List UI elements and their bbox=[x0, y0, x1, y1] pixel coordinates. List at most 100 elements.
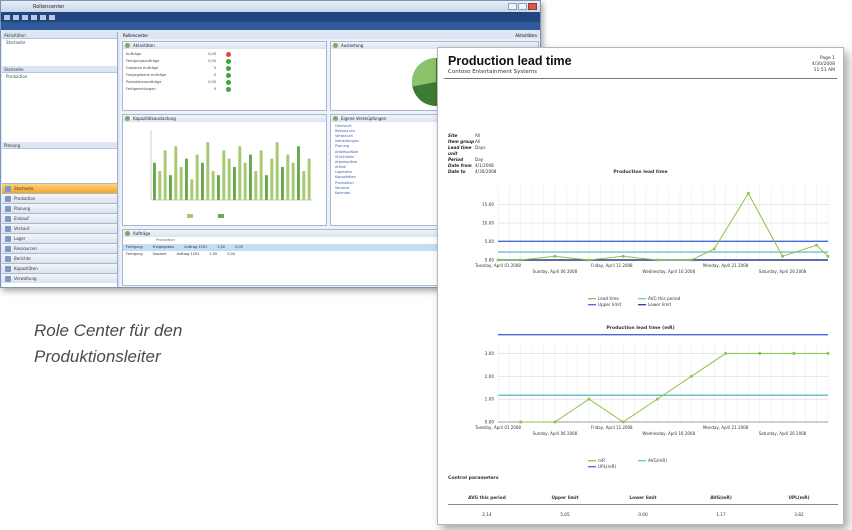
role-center-heading: Rollencenter bbox=[123, 33, 149, 38]
help-icon[interactable] bbox=[49, 14, 55, 20]
pie-slice-secondary bbox=[412, 58, 436, 87]
capacity-bar bbox=[153, 162, 156, 200]
stats-table: AVG this period Upper limit Lower limit AVG… bbox=[448, 496, 838, 518]
activity-row[interactable]: Fertigungsaufträge 0,00 bbox=[123, 58, 326, 65]
capacity-bar bbox=[254, 171, 258, 200]
capacity-bar bbox=[249, 154, 252, 200]
capacity-bar bbox=[238, 146, 242, 200]
report-page-info: Page 1 4/30/2008 11:51 AM bbox=[812, 56, 835, 74]
x-tick-label: Wednesday, April 16 2008 bbox=[642, 269, 695, 274]
nav-pane-item[interactable]: Produktion bbox=[2, 73, 117, 80]
nav-top-item[interactable]: Startseite bbox=[2, 39, 117, 46]
data-point bbox=[519, 258, 523, 262]
data-point bbox=[792, 352, 796, 355]
nav-button-1[interactable]: Produktion bbox=[2, 193, 117, 203]
status-green-icon bbox=[226, 66, 231, 71]
data-point bbox=[690, 258, 693, 262]
refresh-icon[interactable] bbox=[31, 14, 37, 20]
table-cell: Fertigung bbox=[126, 251, 143, 256]
status-green-icon bbox=[226, 80, 231, 85]
forward-icon[interactable] bbox=[13, 14, 19, 20]
status-red-icon bbox=[226, 52, 231, 57]
nav-button-2[interactable]: Planung bbox=[2, 203, 117, 213]
activity-row[interactable]: Freigegebene Aufträge 0 bbox=[123, 72, 326, 79]
nav-item-icon bbox=[5, 185, 11, 192]
activity-row[interactable]: Aufträge 0,00 bbox=[123, 51, 326, 58]
activity-row[interactable]: Produktionsaufträge 0,00 bbox=[123, 79, 326, 86]
nav-button-5[interactable]: Lager bbox=[2, 233, 117, 243]
nav-button-8[interactable]: Kapazitäten bbox=[2, 263, 117, 273]
table-cell: Auftrag 1002 bbox=[176, 251, 200, 256]
data-point bbox=[826, 352, 830, 355]
x-tick-label: Sunday, April 06 2008 bbox=[533, 269, 578, 274]
filter-value: Days bbox=[475, 145, 486, 150]
back-icon[interactable] bbox=[4, 14, 10, 20]
nav-button-7[interactable]: Berichte bbox=[2, 253, 117, 263]
chart2-title: Production lead time (mR) bbox=[606, 326, 675, 331]
capacity-bar bbox=[195, 154, 199, 200]
nav-button-label: Planung bbox=[14, 206, 31, 211]
navigation-pane: Aktivitäten Startseite Startseite Produk… bbox=[2, 32, 118, 287]
capacity-bar bbox=[163, 150, 167, 200]
capacity-bar bbox=[158, 171, 162, 200]
stats-value: 3.82 bbox=[794, 513, 804, 518]
nav-button-label: Kapazitäten bbox=[14, 266, 38, 271]
table-cell: Fertigung bbox=[126, 245, 143, 250]
mr-chart: 0.00 1.00 2.00 3.00 Tuesday, April 01 2008 Su… bbox=[474, 334, 830, 469]
x-tick-label: Saturday, April 26 2008 bbox=[759, 269, 807, 274]
close-button[interactable] bbox=[528, 3, 537, 10]
activity-label: Freigegebene Aufträge bbox=[126, 73, 166, 77]
data-point bbox=[815, 243, 818, 247]
capacity-bar bbox=[275, 142, 279, 200]
nav-button-6[interactable]: Ressourcen bbox=[2, 243, 117, 253]
report-time: 11:51 AM bbox=[813, 68, 835, 73]
nav-button-label: Verwaltung bbox=[14, 276, 37, 281]
caption-line: Role Center für den bbox=[34, 321, 183, 340]
nav-pane-header: Startseite bbox=[2, 66, 117, 73]
data-point bbox=[656, 258, 659, 262]
home-icon[interactable] bbox=[22, 14, 28, 20]
print-icon[interactable] bbox=[40, 14, 46, 20]
capacity-bar bbox=[201, 162, 204, 200]
table-cell: 1,00 bbox=[217, 245, 226, 250]
nav-button-label: Produktion bbox=[14, 196, 36, 201]
capacity-header: Kapazitätsauslastung bbox=[123, 115, 326, 122]
nav-button-3[interactable]: Einkauf bbox=[2, 213, 117, 223]
customize-link[interactable]: Aktivitäten bbox=[515, 32, 540, 39]
nav-item-icon bbox=[5, 255, 11, 262]
column-header[interactable]: Produktion bbox=[156, 238, 175, 242]
activity-row[interactable]: Fertigmeldungen 0 bbox=[123, 86, 326, 93]
address-bar[interactable] bbox=[1, 22, 540, 37]
stats-value: 0.00 bbox=[638, 513, 648, 518]
status-green-icon bbox=[226, 87, 231, 92]
caption: Role Center für den Produktionsleiter bbox=[34, 318, 182, 370]
capacity-bar bbox=[211, 171, 215, 200]
x-tick-label: Friday, April 11 2008 bbox=[591, 263, 633, 268]
maximize-button[interactable] bbox=[518, 3, 527, 10]
status-green-icon bbox=[226, 73, 231, 78]
capacity-chart bbox=[150, 130, 313, 218]
y-tick-label: 0.00 bbox=[485, 420, 495, 425]
data-point bbox=[724, 352, 727, 355]
filter-key: Lead time unit bbox=[448, 145, 472, 156]
data-point bbox=[621, 420, 625, 424]
nav-button-9[interactable]: Verwaltung bbox=[2, 273, 117, 283]
minimize-button[interactable] bbox=[508, 3, 517, 10]
legend-label: Lead time bbox=[598, 296, 619, 301]
activity-row[interactable]: Geplante Aufträge 0 bbox=[123, 65, 326, 72]
capacity-bar bbox=[270, 158, 274, 200]
activity-value: 0 bbox=[213, 87, 216, 91]
capacity-bar bbox=[222, 150, 226, 200]
nav-button-4[interactable]: Verkauf bbox=[2, 223, 117, 233]
capacity-bar bbox=[243, 162, 247, 200]
capacity-bar bbox=[233, 166, 236, 200]
nav-button-0[interactable]: Startseite bbox=[2, 183, 117, 193]
legend-label: Lower limit bbox=[648, 302, 671, 307]
activities-part: Aktivitäten Aufträge 0,00 Fertigungsaufträ… bbox=[122, 41, 327, 111]
capacity-bar bbox=[281, 166, 284, 200]
data-point bbox=[826, 255, 830, 258]
window-title: Rollencenter bbox=[33, 3, 65, 10]
legend-label: AVG this period bbox=[648, 296, 681, 301]
table-cell: 2,00 bbox=[209, 251, 218, 256]
capacity-bar bbox=[265, 175, 268, 200]
